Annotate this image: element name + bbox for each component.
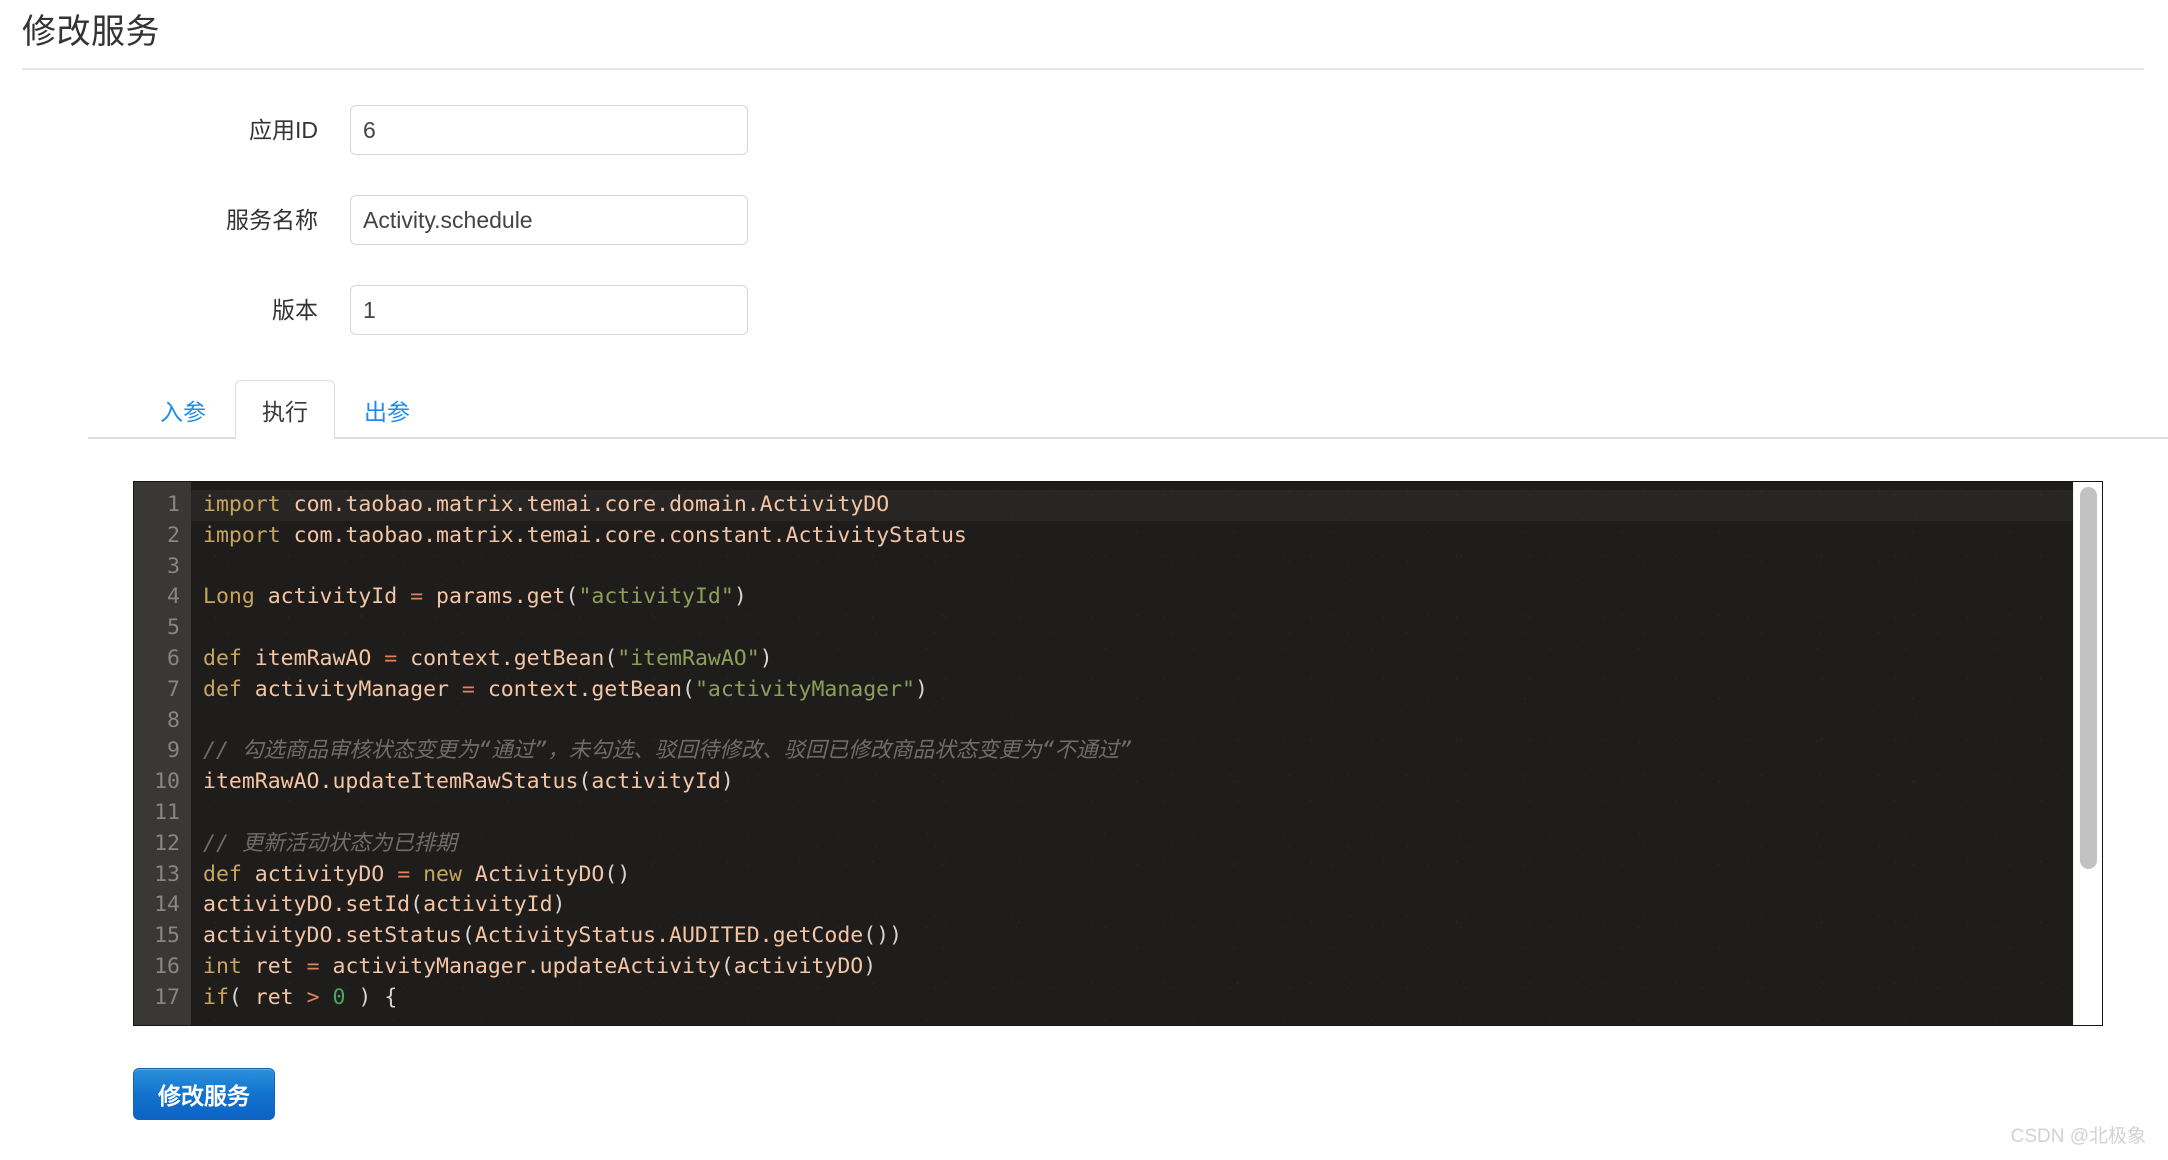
line-number: 3 [167,553,180,579]
code-line: itemRawAO.updateItemRawStatus(activityId… [203,769,734,795]
line-number: 5 [167,615,180,641]
tab-input-params[interactable]: 入参 [133,380,233,439]
line-number: 16 [154,953,180,979]
line-number: 13 [154,861,180,887]
code-line: activityDO.setId(activityId) [203,892,566,918]
version-label: 版本 [272,297,318,323]
code-line: int ret = activityManager.updateActivity… [203,953,877,979]
code-line: if( ret > 0 ) { [203,984,398,1010]
line-number: 15 [154,923,180,949]
line-number: 4 [167,584,180,610]
modify-service-button[interactable]: 修改服务 [133,1068,275,1120]
service-name-label: 服务名称 [226,207,318,233]
version-input[interactable] [350,285,748,335]
service-form: 应用ID 服务名称 版本 [0,105,2168,375]
code-line: // 更新活动状态为已排期 [203,830,457,856]
line-number: 9 [167,738,180,764]
line-number: 8 [167,707,180,733]
code-line: Long activityId = params.get("activityId… [203,584,747,610]
line-number-gutter: 1 2 3 4 5 6 7 8 9 10 11 12 13 14 15 16 17 [134,482,191,1025]
line-number: 17 [154,984,180,1010]
line-number: 2 [167,522,180,548]
code-line: // 勾选商品审核状态变更为“通过”，未勾选、驳回待修改、驳回已修改商品状态变更… [203,738,1133,764]
tab-output-params[interactable]: 出参 [337,380,437,439]
app-id-label: 应用ID [249,117,318,143]
app-id-input[interactable] [350,105,748,155]
title-divider [22,68,2144,70]
editor-vertical-scrollbar[interactable] [2073,482,2102,1025]
code-line: import com.taobao.matrix.temai.core.doma… [191,490,2102,521]
editor-scrollbar-thumb[interactable] [2080,487,2097,869]
code-editor-surface[interactable]: 1 2 3 4 5 6 7 8 9 10 11 12 13 14 15 16 17 import com.tao… [134,482,2102,1025]
page-title: 修改服务 [22,13,160,51]
tab-execute[interactable]: 执行 [235,380,335,439]
line-number: 7 [167,676,180,702]
tab-strip: 入参 执行 出参 [133,378,439,439]
form-row-version: 版本 [0,285,2168,350]
code-line: activityDO.setStatus(ActivityStatus.AUDI… [203,923,903,949]
line-number: 1 [167,492,180,517]
service-name-input[interactable] [350,195,748,245]
form-row-service-name: 服务名称 [0,195,2168,260]
modify-service-page: 修改服务 应用ID 服务名称 版本 入参 执行 出参 1234567891011… [0,0,2168,1160]
tab-bar: 入参 执行 出参 [88,378,2168,440]
line-number: 6 [167,645,180,671]
code-line: def activityManager = context.getBean("a… [203,676,928,702]
watermark: CSDN @北极象 [2010,1126,2146,1147]
form-row-app-id: 应用ID [0,105,2168,170]
code-line: def activityDO = new ActivityDO() [203,861,631,887]
line-number: 14 [154,892,180,918]
code-line: import com.taobao.matrix.temai.core.cons… [203,522,967,548]
code-line: def itemRawAO = context.getBean("itemRaw… [203,645,773,671]
code-content[interactable]: import com.taobao.matrix.temai.core.doma… [191,482,2102,1025]
line-number: 12 [154,830,180,856]
line-number: 10 [154,769,180,795]
code-editor[interactable]: 1 2 3 4 5 6 7 8 9 10 11 12 13 14 15 16 17 import com.tao… [133,481,2103,1026]
line-number: 11 [154,799,180,825]
